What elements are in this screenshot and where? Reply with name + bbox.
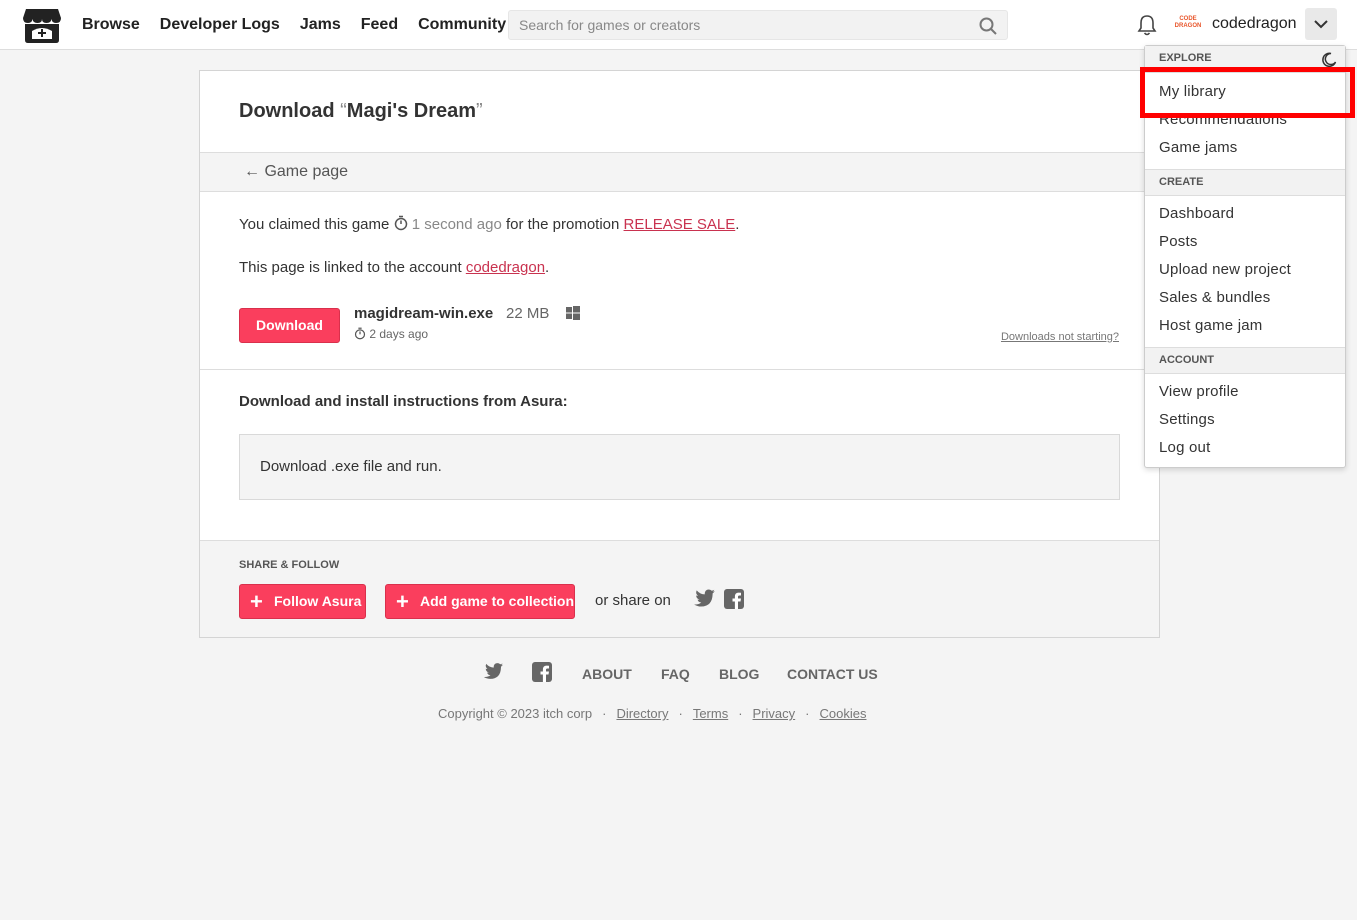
windows-icon — [566, 306, 580, 320]
cookies-link[interactable]: Cookies — [820, 706, 867, 721]
menu-host-game-jam[interactable]: Host game jam — [1159, 317, 1262, 334]
nav-browse[interactable]: Browse — [82, 16, 140, 34]
game-page-link[interactable]: ← Game page — [244, 163, 348, 181]
menu-upload-new-project[interactable]: Upload new project — [1159, 261, 1291, 278]
copyright-text: Copyright © 2023 itch corp — [438, 706, 593, 721]
menu-view-profile[interactable]: View profile — [1159, 383, 1239, 400]
linked-line: This page is linked to the account coded… — [239, 259, 550, 276]
search-icon[interactable] — [979, 17, 997, 35]
page-title: Download “Magi's Dream” — [239, 100, 483, 123]
linked-prefix: This page is linked to the account — [239, 259, 462, 276]
terms-link[interactable]: Terms — [693, 706, 728, 721]
chevron-down-icon — [1314, 20, 1328, 29]
search-box — [508, 10, 1008, 40]
footer-blog-link[interactable]: BLOG — [719, 666, 759, 682]
account-heading: ACCOUNT — [1159, 354, 1214, 366]
game-name: Magi's Dream — [346, 100, 477, 122]
username-label[interactable]: codedragon — [1212, 15, 1297, 33]
nav-feed[interactable]: Feed — [361, 16, 398, 34]
bell-icon[interactable] — [1137, 14, 1157, 36]
itch-logo-icon[interactable] — [22, 6, 62, 44]
file-date: 2 days ago — [354, 327, 428, 341]
section-create: CREATE — [1145, 169, 1345, 196]
claimed-time: 1 second ago — [411, 216, 502, 233]
promotion-link[interactable]: RELEASE SALE — [624, 216, 736, 233]
nav-developer-logs[interactable]: Developer Logs — [160, 16, 280, 34]
footer-contact-link[interactable]: CONTACT US — [787, 666, 878, 682]
explore-heading: EXPLORE — [1159, 52, 1212, 64]
downloads-not-starting-link[interactable]: Downloads not starting? — [1001, 331, 1119, 343]
download-card: Download “Magi's Dream” ← Game page You … — [199, 70, 1160, 638]
user-menu-toggle-button[interactable] — [1305, 8, 1337, 40]
account-link[interactable]: codedragon — [466, 259, 545, 276]
footer-about-link[interactable]: ABOUT — [582, 666, 632, 682]
download-button[interactable]: Download — [239, 308, 340, 343]
stopwatch-icon — [394, 215, 407, 231]
menu-sales-bundles[interactable]: Sales & bundles — [1159, 289, 1270, 306]
menu-game-jams[interactable]: Game jams — [1159, 139, 1238, 156]
menu-log-out[interactable]: Log out — [1159, 439, 1210, 456]
search-input[interactable] — [509, 11, 1007, 39]
copyright-row: Copyright © 2023 itch corp · Directory · Ter… — [438, 706, 867, 721]
plus-icon: + — [396, 589, 409, 614]
menu-dashboard[interactable]: Dashboard — [1159, 205, 1234, 222]
follow-label: Follow Asura — [274, 593, 362, 609]
avatar[interactable]: CODE DRAGON — [1173, 12, 1203, 38]
create-heading: CREATE — [1159, 176, 1204, 188]
facebook-icon[interactable] — [532, 662, 552, 682]
menu-posts[interactable]: Posts — [1159, 233, 1198, 250]
file-name: magidream-win.exe — [354, 305, 494, 322]
share-on-label: or share on — [595, 592, 671, 609]
nav-community[interactable]: Community — [418, 16, 506, 34]
top-header: Browse Developer Logs Jams Feed Communit… — [0, 0, 1357, 50]
file-size: 22 MB — [506, 305, 550, 322]
claimed-mid: for the promotion — [505, 216, 620, 233]
twitter-icon[interactable] — [483, 662, 503, 680]
share-follow-section: SHARE & FOLLOW + Follow Asura + Add game… — [200, 540, 1159, 637]
footer-faq-link[interactable]: FAQ — [661, 666, 690, 682]
instructions-title: Download and install instructions from A… — [239, 393, 568, 410]
open-quote: “ — [340, 100, 347, 122]
divider — [200, 369, 1159, 370]
moon-icon[interactable] — [1321, 52, 1337, 68]
back-bar: ← Game page — [200, 152, 1159, 192]
plus-icon: + — [250, 589, 263, 614]
section-account: ACCOUNT — [1145, 347, 1345, 374]
privacy-link[interactable]: Privacy — [753, 706, 796, 721]
instructions-text: Download .exe file and run. — [260, 458, 442, 475]
share-title: SHARE & FOLLOW — [239, 559, 340, 571]
claimed-prefix: You claimed this game — [239, 216, 390, 233]
highlight-box — [1140, 67, 1355, 118]
menu-settings[interactable]: Settings — [1159, 411, 1215, 428]
nav-jams[interactable]: Jams — [300, 16, 341, 34]
title-prefix: Download — [239, 100, 335, 122]
follow-button[interactable]: + Follow Asura — [239, 584, 366, 619]
collection-label: Add game to collection — [420, 593, 575, 609]
footer-links: ABOUT FAQ BLOG CONTACT US — [0, 662, 1357, 686]
twitter-icon[interactable] — [693, 589, 715, 607]
stopwatch-icon — [354, 327, 366, 340]
instructions-box: Download .exe file and run. — [239, 434, 1120, 500]
file-date-text: 2 days ago — [369, 327, 429, 341]
directory-link[interactable]: Directory — [616, 706, 668, 721]
close-quote: ” — [476, 100, 483, 122]
facebook-icon[interactable] — [724, 589, 744, 609]
add-to-collection-button[interactable]: + Add game to collection — [385, 584, 575, 619]
claimed-line: You claimed this game 1 second ago for t… — [239, 215, 740, 233]
main-nav: Browse Developer Logs Jams Feed Communit… — [82, 0, 506, 50]
